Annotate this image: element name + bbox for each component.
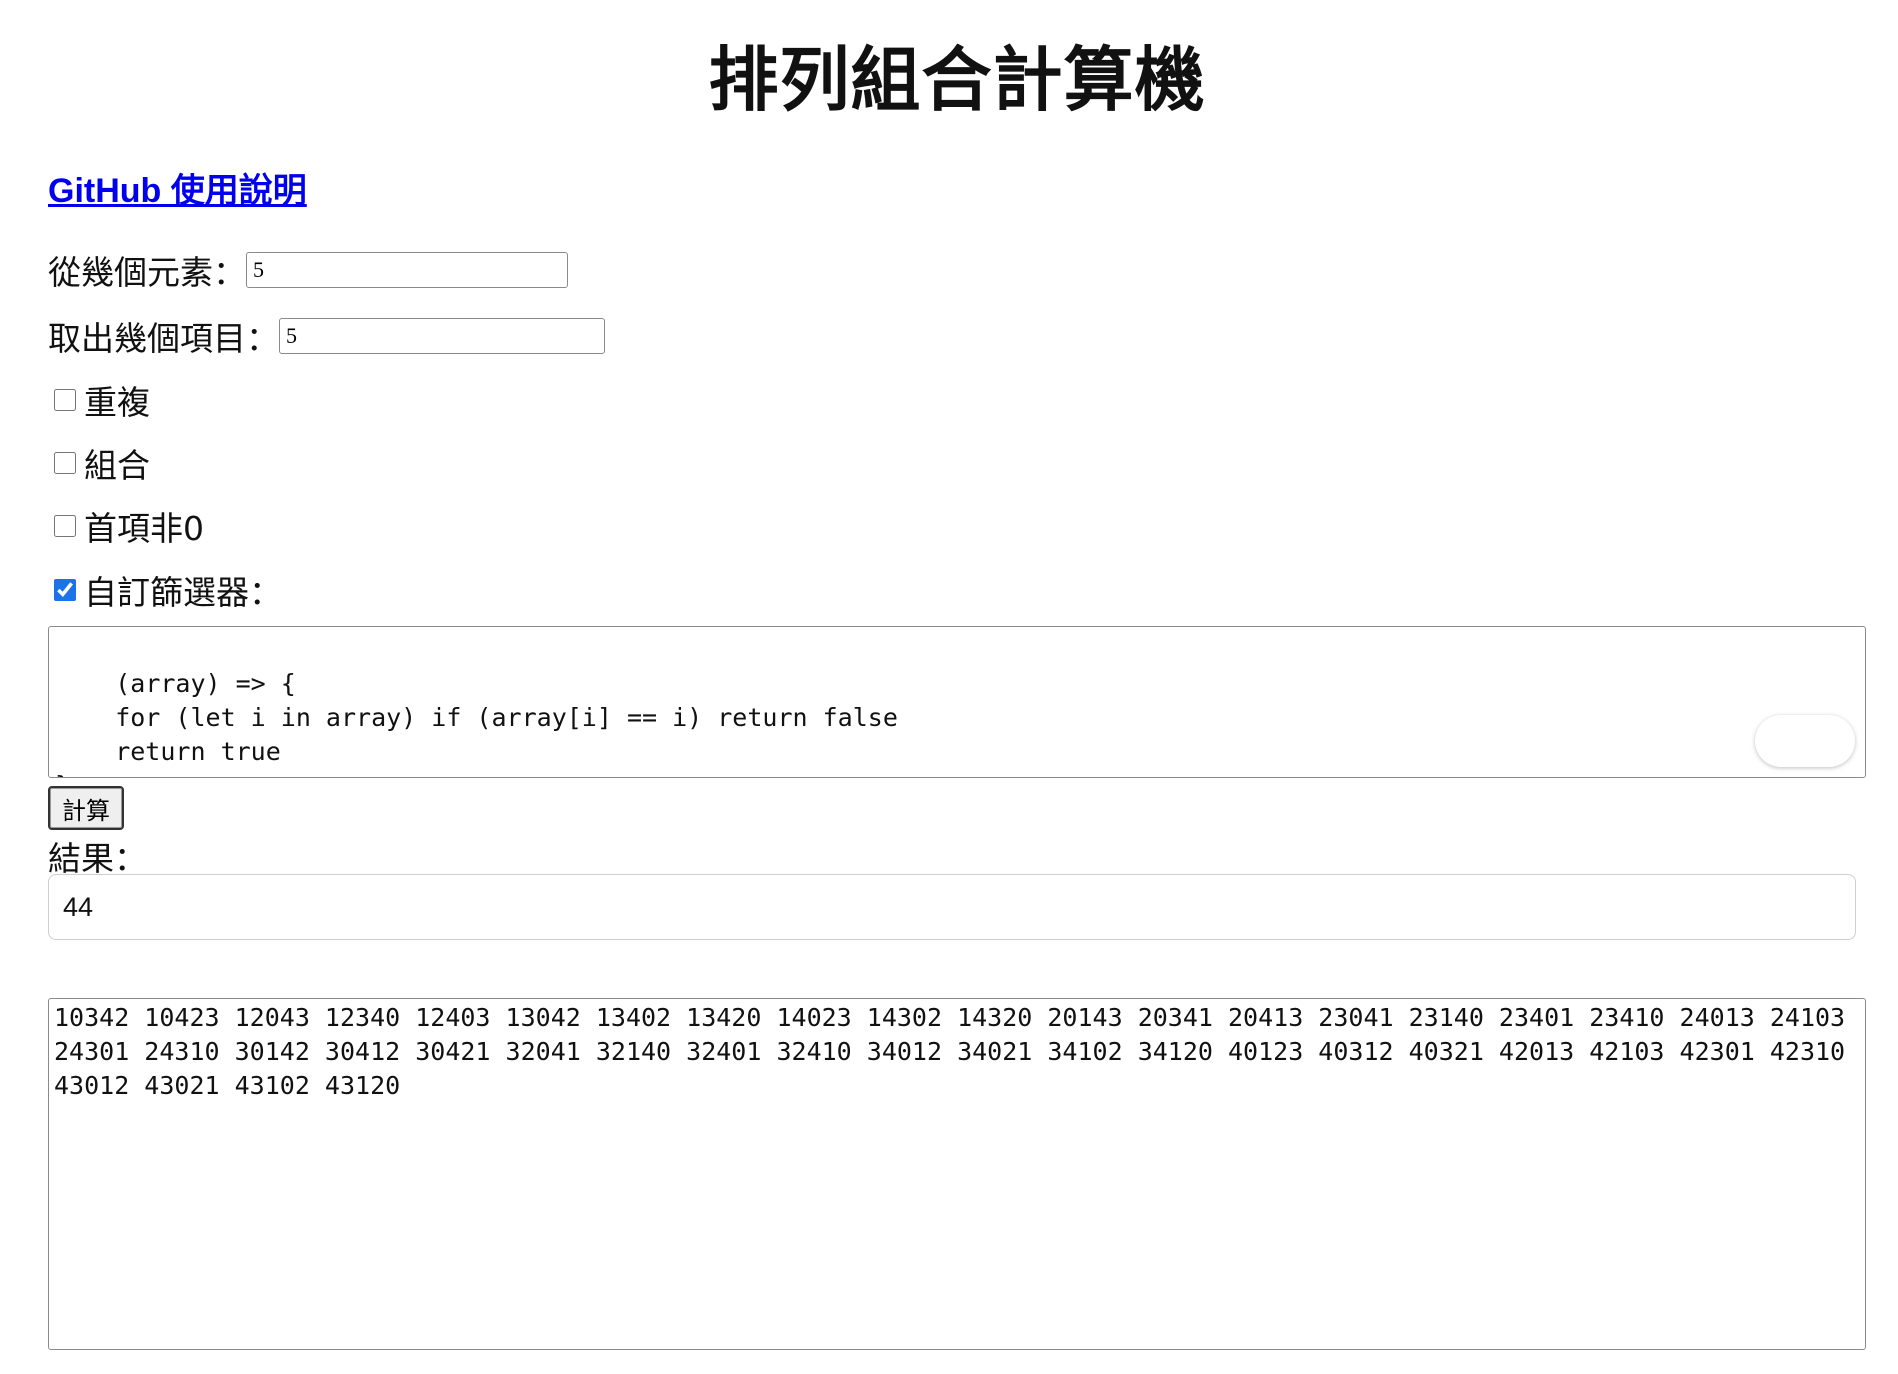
result-label: 結果： (48, 839, 147, 878)
combination-checkbox[interactable] (54, 452, 76, 474)
custom-filter-code-textarea[interactable]: (array) => { for (let i in array) if (ar… (48, 626, 1866, 778)
output-text: 10342 10423 12043 12340 12403 13042 1340… (54, 1003, 1846, 1100)
elements-row: 從幾個元素： (48, 246, 568, 294)
custom-filter-label: 自訂篩選器： (84, 573, 282, 612)
repeat-label: 重複 (84, 383, 150, 422)
elements-input[interactable] (246, 252, 568, 288)
items-input[interactable] (279, 318, 605, 354)
combination-option[interactable]: 組合 (54, 439, 150, 487)
nonzero-first-option[interactable]: 首項非0 (54, 502, 204, 550)
result-count: 44 (63, 891, 94, 922)
custom-filter-checkbox[interactable] (54, 579, 76, 601)
items-label: 取出幾個項目： (48, 319, 279, 358)
items-row: 取出幾個項目： (48, 312, 605, 360)
nonzero-first-label: 首項非0 (84, 509, 204, 548)
github-help-link[interactable]: GitHub 使用說明 (48, 163, 307, 212)
output-textarea[interactable]: 10342 10423 12043 12340 12403 13042 1340… (48, 998, 1866, 1350)
resize-grip-icon[interactable] (1851, 763, 1863, 775)
resize-grip-icon[interactable] (1851, 1335, 1863, 1347)
repeat-checkbox[interactable] (54, 389, 76, 411)
custom-filter-option[interactable]: 自訂篩選器： (54, 566, 282, 614)
grammarly-widget[interactable] (1755, 715, 1855, 767)
result-count-box: 44 (48, 874, 1856, 940)
page-title: 排列組合計算機 (708, 39, 1206, 121)
elements-label: 從幾個元素： (48, 253, 246, 292)
repeat-option[interactable]: 重複 (54, 376, 150, 424)
lightbulb-icon[interactable] (1755, 684, 1865, 778)
nonzero-first-checkbox[interactable] (54, 515, 76, 537)
calculate-button[interactable]: 計算 (48, 786, 124, 830)
combination-label: 組合 (84, 446, 150, 485)
filter-code-text: (array) => { for (let i in array) if (ar… (55, 669, 898, 777)
